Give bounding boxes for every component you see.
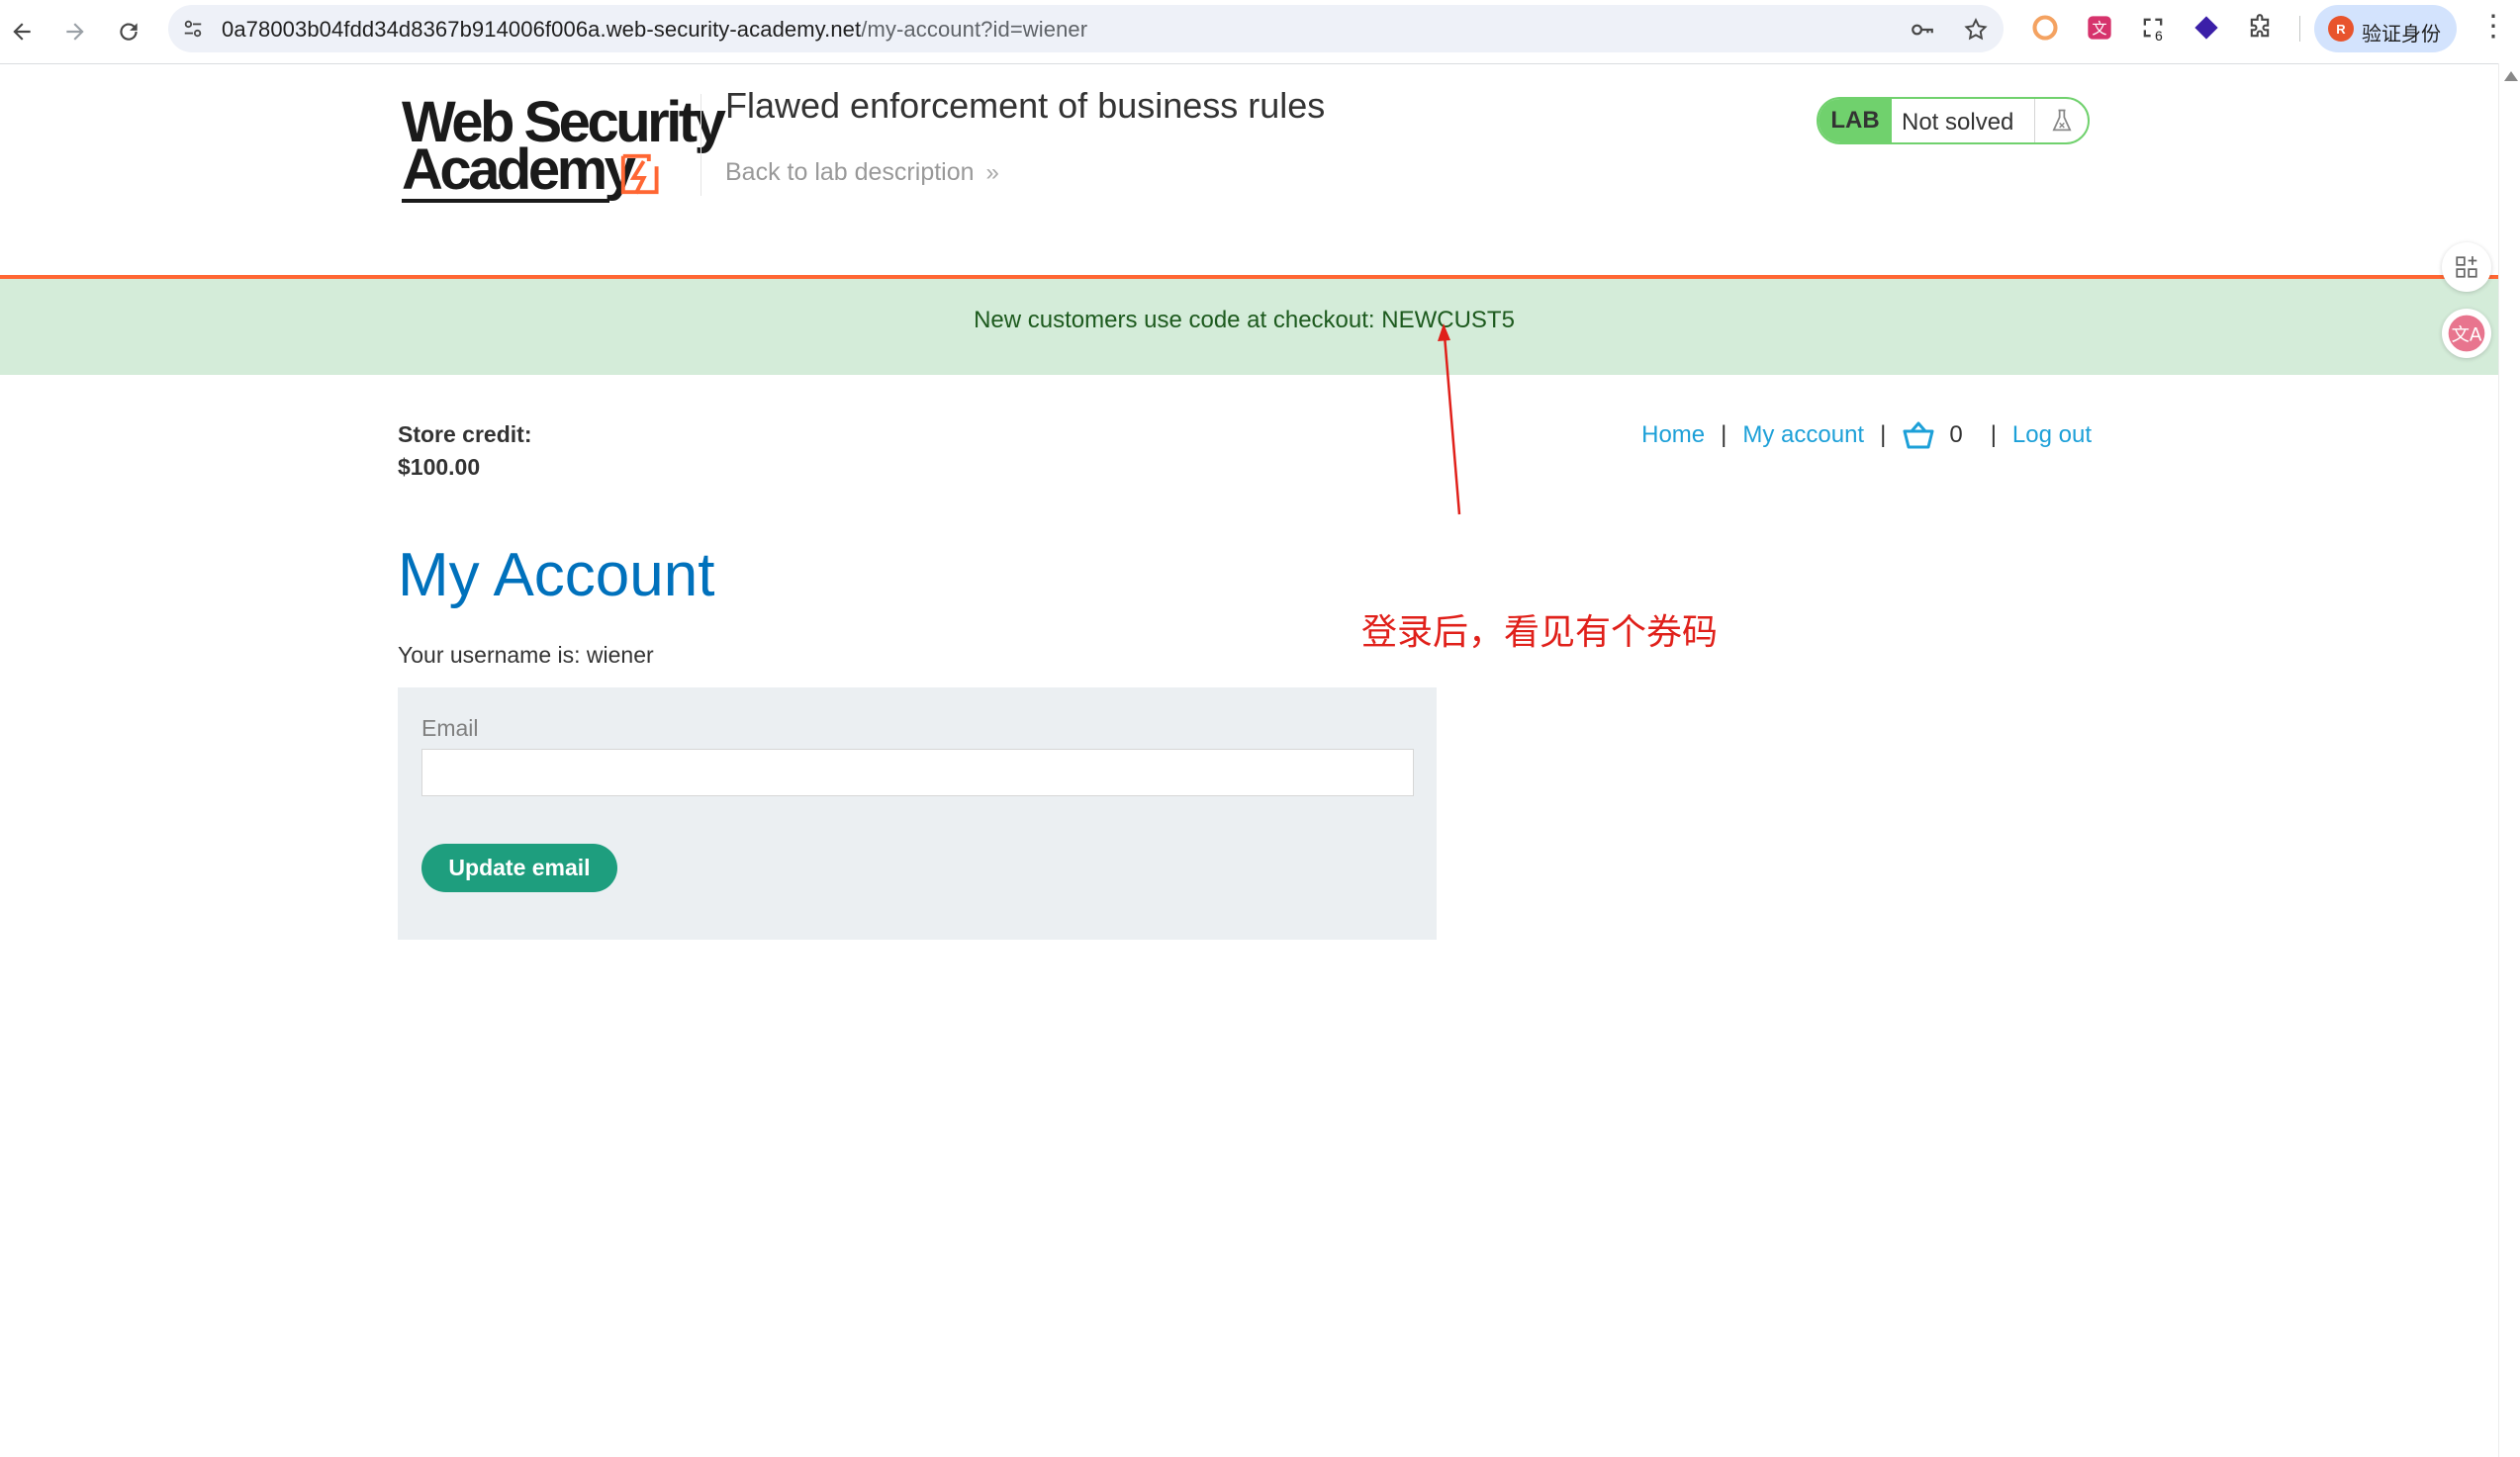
back-link-label: Back to lab description: [725, 158, 975, 186]
double-chevron-right-icon: »: [985, 159, 999, 186]
nav-logout-link[interactable]: Log out: [2012, 421, 2092, 449]
cart-count: 0: [1949, 421, 1963, 448]
scroll-up-arrow-icon[interactable]: [2504, 71, 2518, 81]
extensions-puzzle-icon[interactable]: [2246, 14, 2274, 42]
nav-separator: |: [1721, 421, 1727, 448]
forward-arrow-icon[interactable]: [55, 12, 95, 51]
annotation-note: 登录后，看见有个券码: [1361, 612, 1719, 653]
logo-bolt-icon: [620, 153, 659, 195]
nav-separator: |: [1880, 421, 1887, 448]
extension-badge-icon[interactable]: 6: [2139, 14, 2167, 44]
page-title: My Account: [398, 541, 715, 609]
email-label: Email: [421, 715, 479, 741]
profile-button[interactable]: R 验证身份: [2314, 5, 2457, 52]
bookmark-star-icon[interactable]: [1963, 17, 1989, 43]
page-scrollbar[interactable]: [2498, 63, 2520, 1457]
site-settings-icon[interactable]: [182, 18, 204, 40]
address-bar[interactable]: 0a78003b04fdd34d8367b914006f006a.web-sec…: [168, 5, 2004, 52]
update-email-form: Email Update email: [398, 687, 1437, 940]
url-host: 0a78003b04fdd34d8367b914006f006a.web-sec…: [222, 17, 862, 42]
url-text[interactable]: 0a78003b04fdd34d8367b914006f006a.web-sec…: [222, 17, 1087, 43]
svg-text:文A: 文A: [2452, 325, 2482, 346]
account-nav: Home | My account | 0 | Log out: [1641, 420, 2092, 450]
flask-icon: [2052, 109, 2072, 132]
lab-badge: LAB: [1819, 99, 1892, 142]
back-arrow-icon[interactable]: [2, 12, 42, 51]
profile-avatar: R: [2328, 16, 2354, 42]
back-to-lab-description-link[interactable]: Back to lab description »: [725, 158, 999, 187]
nav-my-account-link[interactable]: My account: [1742, 421, 1864, 449]
extension-orange-icon[interactable]: [2031, 14, 2059, 42]
browser-toolbar: 0a78003b04fdd34d8367b914006f006a.web-sec…: [0, 0, 2520, 64]
lab-status-text: Not solved: [1902, 109, 2014, 136]
svg-text:文: 文: [2092, 20, 2106, 38]
logo-line-2: Academy: [402, 137, 636, 202]
floating-qr-tool-icon[interactable]: [2442, 242, 2491, 292]
logo-underline: [402, 199, 609, 203]
key-icon[interactable]: [1910, 17, 1935, 43]
header-separator: [700, 94, 701, 196]
update-email-button[interactable]: Update email: [421, 844, 617, 892]
profile-label: 验证身份: [2362, 24, 2441, 46]
lab-status-widget: LAB Not solved: [1817, 97, 2090, 144]
email-input[interactable]: [421, 749, 1414, 796]
translate-extension-icon[interactable]: 文: [2086, 14, 2113, 42]
kebab-menu-icon[interactable]: ⋮: [2478, 12, 2508, 46]
extension-badge-count: 6: [2155, 28, 2163, 44]
web-security-academy-logo[interactable]: Web Security Academy: [400, 94, 726, 203]
cart-link[interactable]: 0: [1902, 420, 1963, 450]
url-path: /my-account?id=wiener: [861, 17, 1088, 42]
floating-translate-tool-icon[interactable]: 文A: [2442, 309, 2491, 358]
coupon-message: New customers use code at checkout: NEWC…: [974, 307, 1515, 333]
lab-status-divider: [2034, 99, 2035, 142]
store-credit-label: Store credit:: [398, 421, 532, 447]
annotation-arrow: [1438, 323, 1461, 515]
notification-banner: New customers use code at checkout: NEWC…: [0, 279, 2498, 375]
nav-home-link[interactable]: Home: [1641, 421, 1705, 449]
shopping-basket-icon: [1903, 421, 1934, 449]
reload-icon[interactable]: [109, 12, 148, 51]
diamond-extension-icon[interactable]: [2193, 14, 2220, 42]
nav-separator: |: [1990, 421, 1997, 448]
store-credit-value: $100.00: [398, 454, 481, 480]
username-text: Your username is: wiener: [398, 642, 654, 668]
lab-title: Flawed enforcement of business rules: [725, 85, 1326, 126]
toolbar-divider: [2299, 16, 2300, 42]
